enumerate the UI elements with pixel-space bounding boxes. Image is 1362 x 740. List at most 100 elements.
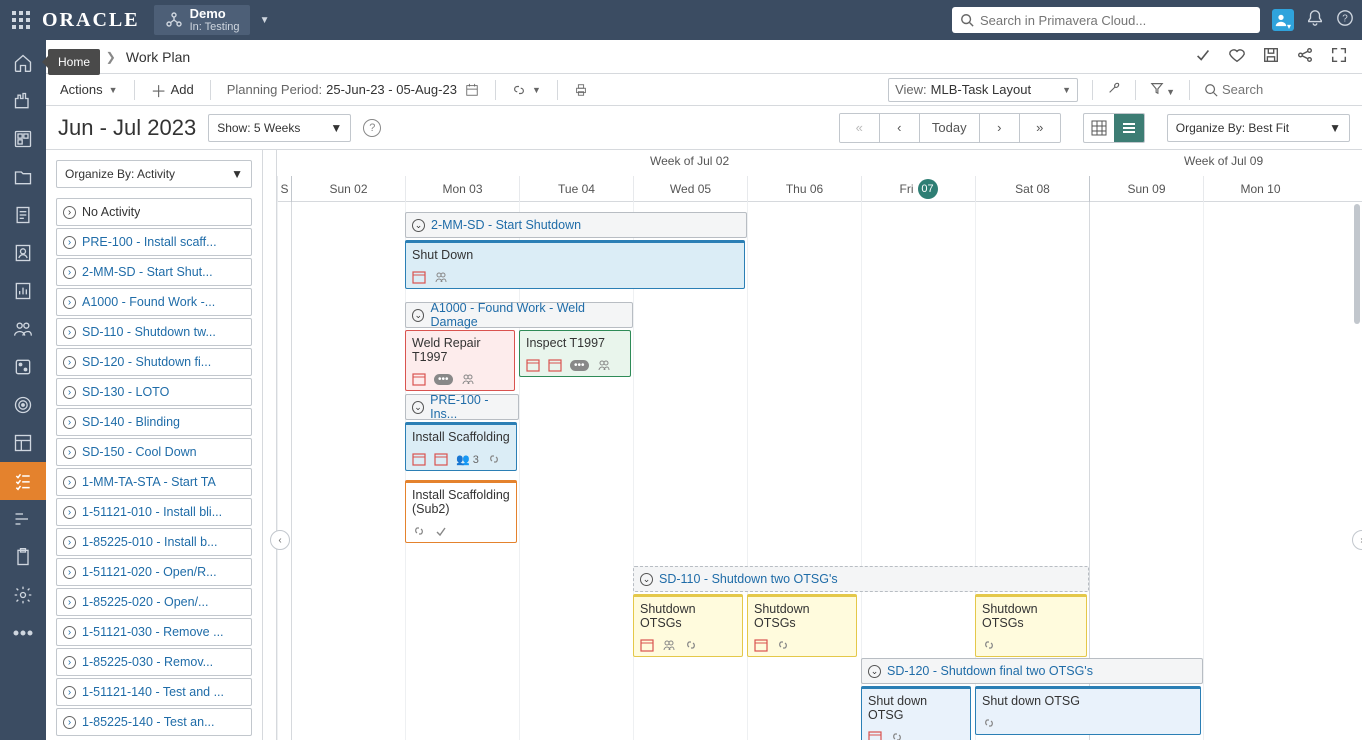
planning-period[interactable]: Planning Period: 25-Jun-23 - 05-Aug-23 (223, 80, 483, 99)
toolbar-search[interactable] (1204, 82, 1352, 97)
task-card[interactable]: Install Scaffolding👥 3 (405, 422, 517, 471)
nav-target[interactable] (0, 386, 46, 424)
activity-row[interactable]: ›1-51121-020 - Open/R... (56, 558, 252, 586)
activity-group[interactable]: ⌄SD-110 - Shutdown two OTSG's (633, 566, 1089, 592)
activity-row[interactable]: ›1-MM-TA-STA - Start TA (56, 468, 252, 496)
task-card[interactable]: Shut down OTSG (975, 686, 1201, 735)
nav-docs[interactable] (0, 196, 46, 234)
week-label: Week of Jul 09 (1184, 154, 1263, 168)
activity-row[interactable]: ›SD-130 - LOTO (56, 378, 252, 406)
svg-text:?: ? (1342, 13, 1348, 24)
collapse-left-icon[interactable]: ‹ (270, 530, 290, 550)
task-card[interactable]: Inspect T1997••• (519, 330, 631, 377)
breadcrumb-workplan: Work Plan (126, 49, 190, 65)
filter-icon[interactable]: ▼ (1150, 81, 1175, 98)
nav-layout[interactable] (0, 424, 46, 462)
task-card[interactable]: Weld Repair T1997••• (405, 330, 515, 391)
favorite-icon[interactable] (1228, 46, 1246, 67)
save-layout-icon[interactable] (1262, 46, 1280, 67)
activity-row[interactable]: ›SD-110 - Shutdown tw... (56, 318, 252, 346)
activity-group[interactable]: ⌄A1000 - Found Work - Weld Damage (405, 302, 633, 328)
activity-row[interactable]: ›1-85225-140 - Test an... (56, 708, 252, 736)
nav-dashboard[interactable] (0, 120, 46, 158)
share-icon[interactable] (1296, 46, 1314, 67)
task-card[interactable]: Install Scaffolding (Sub2) (405, 480, 517, 543)
view-selector[interactable]: View: MLB-Task Layout ▼ (888, 78, 1078, 102)
fullscreen-icon[interactable] (1330, 46, 1348, 67)
activity-row[interactable]: ›1-51121-010 - Install bli... (56, 498, 252, 526)
task-card[interactable]: Shutdown OTSGs (747, 594, 857, 657)
toolbar-search-input[interactable] (1222, 82, 1352, 97)
activity-row[interactable]: ›1-85225-030 - Remov... (56, 648, 252, 676)
activity-row[interactable]: ›A1000 - Found Work -... (56, 288, 252, 316)
nav-tasks[interactable] (0, 462, 46, 500)
grid-view-toggle[interactable] (1084, 114, 1114, 142)
activity-row[interactable]: ›SD-120 - Shutdown fi... (56, 348, 252, 376)
view-toggle (1083, 113, 1145, 143)
nav-prev[interactable]: ‹ (880, 114, 920, 142)
page-title: Jun - Jul 2023 (58, 115, 196, 141)
global-search-input[interactable] (980, 13, 1252, 28)
activity-row[interactable]: ›SD-150 - Cool Down (56, 438, 252, 466)
notifications-icon[interactable] (1306, 9, 1324, 32)
home-tooltip: Home (48, 49, 100, 75)
actions-menu[interactable]: Actions▼ (56, 80, 122, 99)
project-name: Demo (190, 7, 240, 21)
left-nav: Home (0, 40, 46, 740)
activity-row[interactable]: ›1-85225-020 - Open/... (56, 588, 252, 616)
help-inline-icon[interactable]: ? (363, 119, 381, 137)
nav-schedule[interactable] (0, 500, 46, 538)
timeline-body[interactable]: ⌄2-MM-SD - Start Shutdown ⌄A1000 - Found … (277, 202, 1362, 740)
date-nav: « ‹ Today › » (839, 113, 1061, 143)
nav-settings[interactable] (0, 576, 46, 614)
nav-risk[interactable] (0, 348, 46, 386)
nav-home[interactable] (0, 44, 46, 82)
project-selector[interactable]: Demo In: Testing (154, 5, 250, 35)
activity-row[interactable]: ›1-51121-030 - Remove ... (56, 618, 252, 646)
link-menu[interactable]: ▼ (508, 81, 545, 99)
commit-icon[interactable] (1194, 46, 1212, 67)
nav-portfolio[interactable] (0, 82, 46, 120)
app-switcher-icon[interactable] (8, 7, 34, 33)
activity-list[interactable]: ›No Activity›PRE-100 - Install scaff...›… (46, 198, 262, 740)
day-header: Thu 06 (747, 176, 861, 202)
print-button[interactable] (570, 81, 592, 99)
nav-reports[interactable] (0, 272, 46, 310)
nav-more[interactable] (0, 614, 46, 652)
day-header: Tue 04 (519, 176, 633, 202)
activity-row[interactable]: ›2-MM-SD - Start Shut... (56, 258, 252, 286)
activity-row[interactable]: ›1-85225-010 - Install b... (56, 528, 252, 556)
nav-today[interactable]: Today (920, 114, 980, 142)
nav-first[interactable]: « (840, 114, 880, 142)
activity-row[interactable]: ›SD-140 - Blinding (56, 408, 252, 436)
task-card[interactable]: Shutdown OTSGs (975, 594, 1087, 657)
nav-contacts[interactable] (0, 234, 46, 272)
global-search[interactable] (952, 7, 1260, 33)
list-view-toggle[interactable] (1114, 114, 1144, 142)
nav-last[interactable]: » (1020, 114, 1060, 142)
help-icon[interactable]: ? (1336, 9, 1354, 32)
activity-row[interactable]: ›No Activity (56, 198, 252, 226)
activity-row[interactable]: ›PRE-100 - Install scaff... (56, 228, 252, 256)
nav-clipboard[interactable] (0, 538, 46, 576)
nav-files[interactable] (0, 158, 46, 196)
task-card[interactable]: Shut down OTSG (861, 686, 971, 740)
task-card[interactable]: Shutdown OTSGs (633, 594, 743, 657)
activity-group[interactable]: ⌄2-MM-SD - Start Shutdown (405, 212, 747, 238)
scrollbar[interactable] (1354, 204, 1360, 324)
add-button[interactable]: ＋Add (147, 76, 198, 104)
user-avatar[interactable]: ▾ (1272, 9, 1294, 31)
panel-organize-select[interactable]: Organize By: Activity▼ (56, 160, 252, 188)
organize-by-select[interactable]: Organize By: Best Fit▼ (1167, 114, 1350, 142)
wrench-icon[interactable] (1107, 81, 1121, 98)
task-card[interactable]: Shut Down (405, 240, 745, 289)
show-weeks-select[interactable]: Show: 5 Weeks▼ (208, 114, 351, 142)
project-caret-icon[interactable]: ▼ (254, 15, 276, 26)
activity-group[interactable]: ⌄PRE-100 - Ins... (405, 394, 519, 420)
day-header: Sat 08 (975, 176, 1089, 202)
nav-team[interactable] (0, 310, 46, 348)
activity-group[interactable]: ⌄SD-120 - Shutdown final two OTSG's (861, 658, 1203, 684)
activity-row[interactable]: ›1-51121-140 - Test and ... (56, 678, 252, 706)
nav-next[interactable]: › (980, 114, 1020, 142)
day-header: Wed 05 (633, 176, 747, 202)
